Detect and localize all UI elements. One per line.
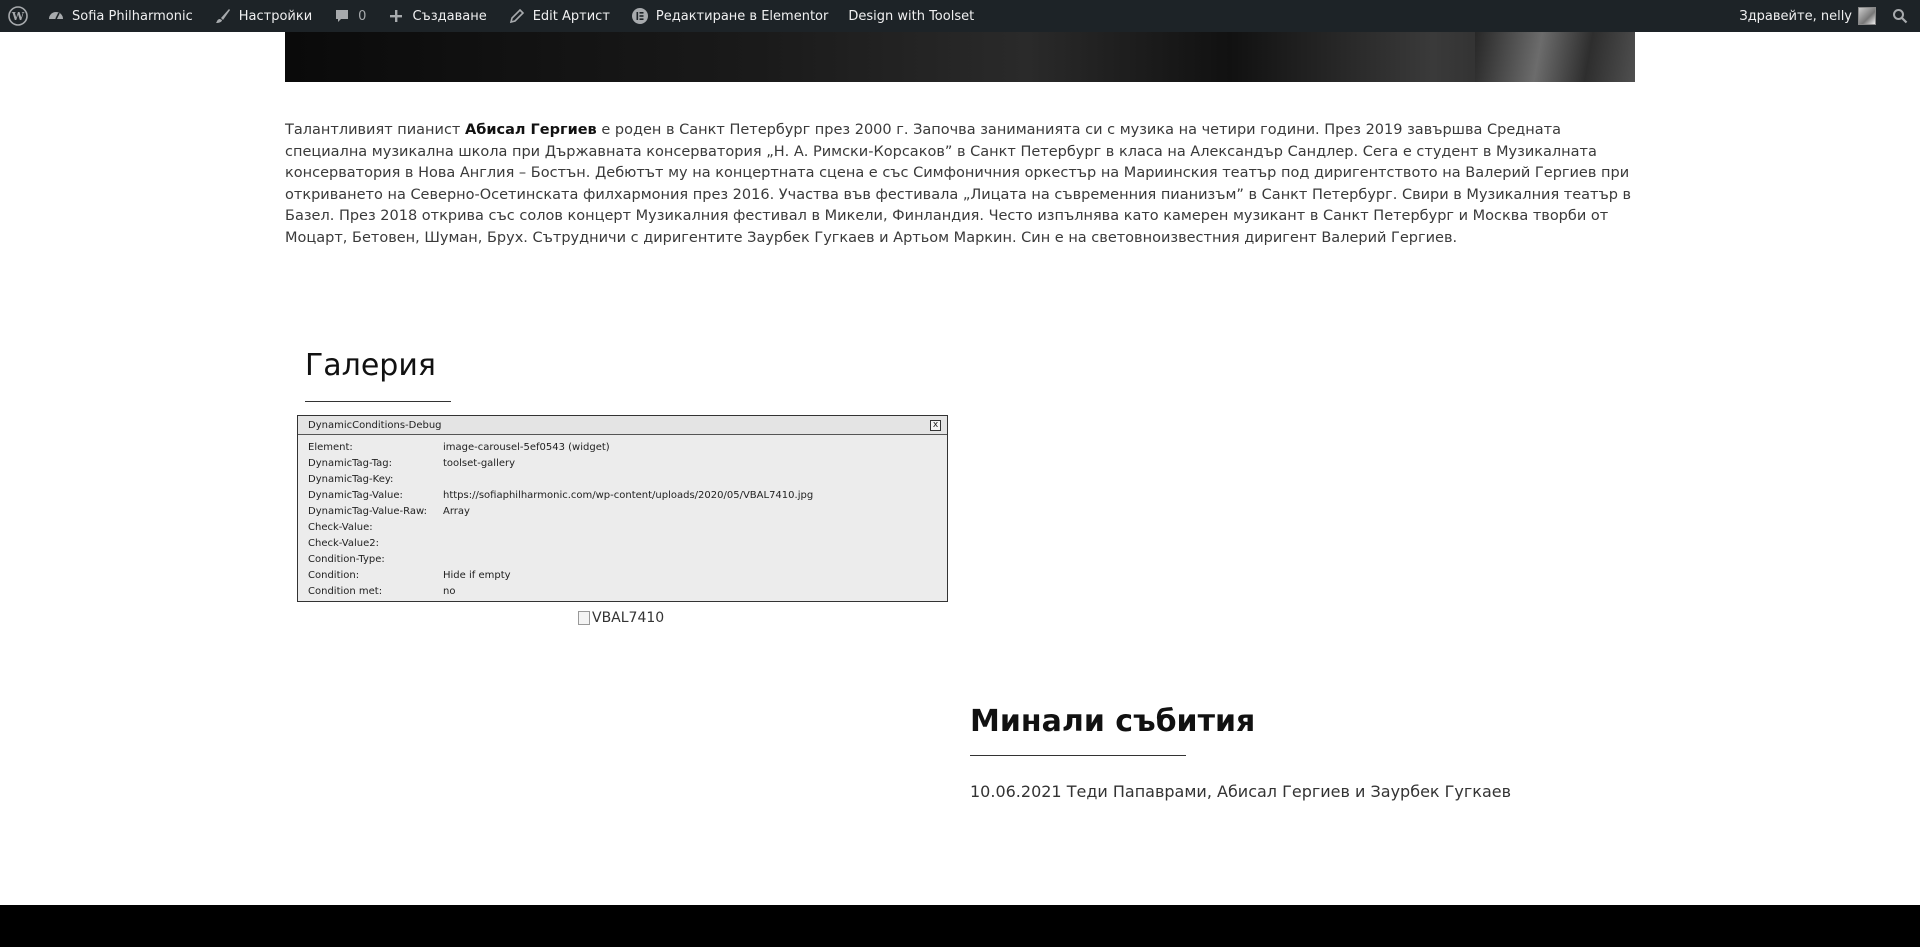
search-icon [1890, 6, 1910, 26]
past-event-link[interactable]: 10.06.2021 Теди Папаврами, Абисал Гергие… [970, 782, 1511, 801]
debug-row: Condition: Hide if empty [308, 567, 937, 583]
comments-link[interactable]: 0 [322, 0, 376, 32]
account-menu[interactable]: Здравейте, nelly [1729, 0, 1886, 32]
wp-logo-button[interactable]: W [0, 0, 36, 32]
customize-label: Настройки [238, 8, 313, 24]
debug-row: Condition-Type: [308, 551, 937, 567]
debug-row: DynamicTag-Value: https://sofiaphilharmon… [308, 487, 937, 503]
debug-panel-header: DynamicConditions-Debug x [298, 416, 947, 435]
debug-rows: Element: image-carousel-5ef0543 (widget) … [298, 435, 947, 599]
edit-artist-label: Edit Артист [532, 8, 610, 24]
debug-value: Array [443, 505, 470, 517]
comments-count: 0 [358, 8, 367, 24]
wordpress-logo-icon: W [8, 6, 28, 26]
site-name-link[interactable]: Sofia Philharmonic [36, 0, 203, 32]
footer [0, 905, 1920, 947]
gallery-title: Галерия [305, 348, 436, 383]
debug-key: Check-Value2: [308, 537, 379, 549]
debug-row: DynamicTag-Key: [308, 471, 937, 487]
admin-bar-right: Здравейте, nelly [1729, 0, 1920, 32]
debug-row: Check-Value2: [308, 535, 937, 551]
search-button[interactable] [1886, 0, 1920, 32]
toolset-design-label: Design with Toolset [848, 8, 975, 24]
debug-panel: DynamicConditions-Debug x Element: image-… [297, 415, 948, 602]
debug-row: DynamicTag-Value-Raw: Array [308, 503, 937, 519]
broken-image-icon [578, 611, 590, 625]
debug-value: https://sofiaphilharmonic.com/wp-content… [443, 489, 814, 501]
debug-key: DynamicTag-Tag: [308, 457, 393, 469]
greeting-label: Здравейте, nelly [1739, 8, 1852, 24]
brush-icon [213, 6, 233, 26]
debug-key: Condition-Type: [308, 553, 385, 565]
bio-intro: Талантливият пианист [285, 122, 465, 138]
comment-icon [332, 6, 352, 26]
debug-row: Condition met: no [308, 583, 937, 599]
debug-value: toolset-gallery [443, 457, 516, 469]
elementor-edit-label: Редактиране в Elementor [655, 8, 829, 24]
dashboard-icon [46, 6, 66, 26]
artist-name: Абисал Гергиев [464, 122, 597, 138]
customize-link[interactable]: Настройки [203, 0, 322, 32]
elementor-icon [630, 6, 650, 26]
debug-key: Check-Value: [308, 521, 373, 533]
debug-value: image-carousel-5ef0543 (widget) [443, 441, 610, 453]
admin-bar: W Sofia Philharmonic Настройки 0 Създава… [0, 0, 1920, 32]
new-content-label: Създаване [412, 8, 487, 24]
artist-bio: Талантливият пианист Абисал Гергиев е ро… [285, 120, 1635, 249]
debug-key: Element: [308, 441, 353, 453]
debug-value: no [443, 585, 456, 597]
gallery-image-alt: VBAL7410 [592, 610, 665, 626]
svg-text:W: W [11, 10, 25, 23]
avatar [1858, 7, 1876, 25]
bio-text: е роден в Санкт Петербург през 2000 г. З… [285, 122, 1632, 246]
plus-icon [386, 6, 406, 26]
debug-key: Condition: [308, 569, 360, 581]
debug-row: DynamicTag-Tag: toolset-gallery [308, 455, 937, 471]
close-icon[interactable]: x [930, 419, 941, 431]
debug-key: DynamicTag-Value: [308, 489, 403, 501]
edit-artist-link[interactable]: Edit Артист [497, 0, 620, 32]
gallery-divider [305, 401, 451, 402]
admin-bar-left: W Sofia Philharmonic Настройки 0 Създава… [0, 0, 984, 32]
debug-key: Condition met: [308, 585, 383, 597]
past-events-divider [970, 755, 1186, 756]
toolset-design-link[interactable]: Design with Toolset [838, 0, 984, 32]
debug-row: Element: image-carousel-5ef0543 (widget) [308, 439, 937, 455]
past-events-title: Минали събития [970, 704, 1256, 739]
hero-image [285, 32, 1635, 82]
debug-key: DynamicTag-Key: [308, 473, 394, 485]
pencil-icon [507, 6, 527, 26]
site-name-label: Sofia Philharmonic [72, 8, 193, 24]
elementor-edit-link[interactable]: Редактиране в Elementor [620, 0, 838, 32]
new-content-link[interactable]: Създаване [376, 0, 496, 32]
debug-key: DynamicTag-Value-Raw: [308, 505, 427, 517]
debug-row: Check-Value: [308, 519, 937, 535]
debug-panel-title: DynamicConditions-Debug [308, 419, 442, 431]
gallery-image[interactable]: VBAL7410 [578, 610, 664, 626]
debug-value: Hide if empty [443, 569, 511, 581]
